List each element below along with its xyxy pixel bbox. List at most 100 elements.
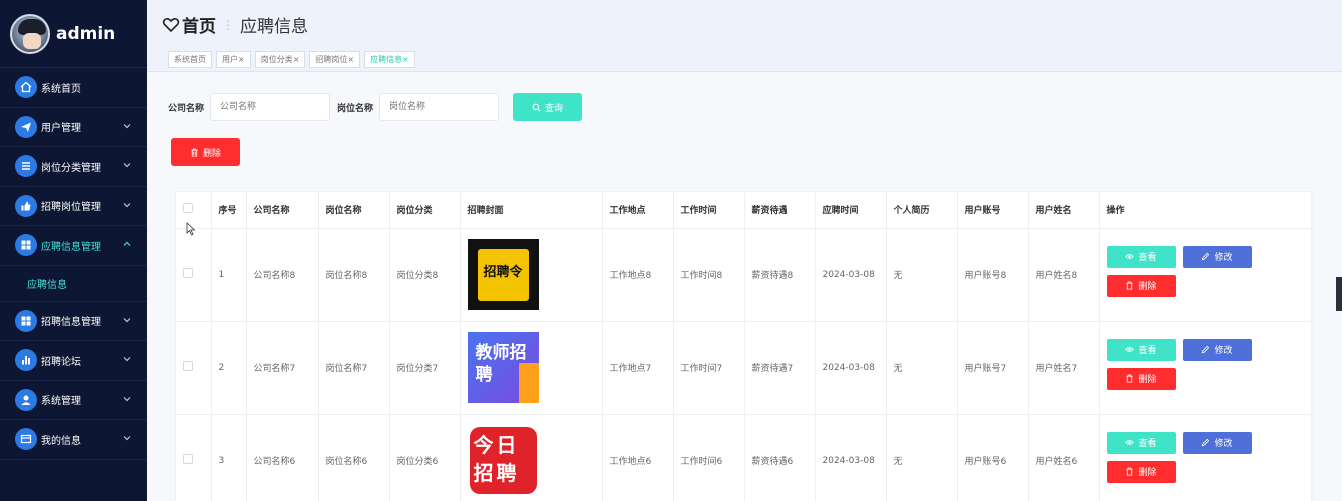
header-cell: 个人简历 [886, 192, 958, 229]
cover-image[interactable]: 教师招聘 [467, 332, 539, 403]
tab-job-categories[interactable]: 岗位分类× [254, 51, 306, 68]
delete-button[interactable]: 删除 [1106, 274, 1176, 297]
pencil-icon [1202, 438, 1210, 447]
cell-location: 工作地点8 [602, 228, 674, 322]
cell-account: 用户账号8 [957, 228, 1029, 322]
header-cell: 序号 [211, 192, 247, 229]
grid-icon [15, 309, 37, 332]
view-button[interactable]: 查看 [1106, 431, 1176, 454]
tab-home[interactable]: 系统首页 [168, 51, 212, 68]
sidebar-item-applications[interactable]: 应聘信息管理 [0, 226, 147, 266]
sidebar-item-system[interactable]: 系统管理 [0, 381, 147, 420]
edit-button[interactable]: 修改 [1182, 245, 1252, 268]
search-button-label: 查询 [545, 102, 564, 113]
username: admin [56, 23, 116, 44]
sidebar-item-my-info[interactable]: 我的信息 [0, 420, 147, 460]
header-cell: 用户姓名 [1028, 192, 1100, 229]
view-button[interactable]: 查看 [1106, 338, 1176, 361]
header-cell: 薪资待遇 [744, 192, 816, 229]
sidebar-item-label: 招聘论坛 [41, 356, 81, 368]
search-button[interactable]: 查询 [513, 93, 583, 121]
cell-apply-date: 2024-03-08 [815, 228, 887, 322]
cover-image[interactable]: 今日招聘 [467, 425, 539, 496]
cover-text: 今日招聘 [473, 433, 520, 485]
submenu-item-applications[interactable]: 应聘信息 [0, 266, 147, 302]
cell-ops: 查看 修改 删除 [1099, 228, 1314, 322]
breadcrumb-separator: ⋮ [222, 17, 234, 32]
cell-account: 用户账号7 [957, 321, 1029, 415]
cell-salary: 薪资待遇8 [744, 228, 816, 322]
row-checkbox[interactable] [183, 268, 193, 278]
sidebar-item-label: 招聘信息管理 [41, 317, 101, 329]
edit-button[interactable]: 修改 [1182, 431, 1252, 454]
applications-table: 序号 公司名称 岗位名称 岗位分类 招聘封面 工作地点 工作时间 薪资待遇 应聘… [175, 191, 1314, 501]
delete-label: 删除 [1138, 374, 1157, 384]
sidebar-item-label: 系统首页 [41, 83, 81, 95]
cell-apply-date: 2024-03-08 [815, 321, 887, 415]
position-search-input[interactable] [379, 93, 500, 121]
header-cell: 岗位分类 [389, 192, 461, 229]
trash-icon [1126, 281, 1134, 290]
card-icon [15, 428, 37, 451]
cell-time: 工作时间8 [673, 228, 745, 322]
view-button[interactable]: 查看 [1106, 245, 1176, 268]
cell-position: 岗位名称8 [318, 228, 390, 322]
sidebar-item-job-posts[interactable]: 招聘岗位管理 [0, 187, 147, 226]
cell-cover: 教师招聘 [460, 321, 603, 415]
trash-icon [191, 148, 198, 157]
table-header-row: 序号 公司名称 岗位名称 岗位分类 招聘封面 工作地点 工作时间 薪资待遇 应聘… [176, 192, 1314, 229]
header-cell: 岗位名称 [318, 192, 390, 229]
tab-applications[interactable]: 应聘信息× [364, 51, 415, 68]
chevron-down-icon [123, 436, 131, 441]
pencil-icon [1202, 345, 1210, 354]
delete-label: 删除 [1138, 467, 1157, 477]
cell-no: 3 [211, 414, 247, 501]
header-cell: 招聘封面 [460, 192, 603, 229]
sidebar-item-users[interactable]: 用户管理 [0, 108, 147, 147]
chevron-down-icon [123, 123, 131, 128]
breadcrumb-home[interactable]: 首页 [182, 12, 216, 37]
search-icon [532, 103, 541, 111]
cell-account: 用户账号6 [957, 414, 1029, 501]
sidebar-item-forum[interactable]: 招聘论坛 [0, 341, 147, 381]
cell-resume: 无 [886, 321, 958, 415]
delete-button[interactable]: 删除 [1106, 460, 1176, 483]
thumb-up-icon [15, 194, 37, 217]
sidebar-item-recruitment-info[interactable]: 招聘信息管理 [0, 302, 147, 341]
header-cell: 公司名称 [246, 192, 319, 229]
select-all-checkbox[interactable] [183, 203, 193, 214]
chevron-down-icon [123, 317, 131, 322]
sidebar-item-job-categories[interactable]: 岗位分类管理 [0, 147, 147, 187]
cell-company: 公司名称7 [246, 321, 319, 415]
cell-location: 工作地点6 [602, 414, 674, 501]
avatar[interactable] [10, 13, 50, 54]
delete-label: 删除 [1138, 281, 1157, 291]
home-icon [15, 76, 37, 99]
position-label: 岗位名称 [337, 103, 374, 114]
cell-salary: 薪资待遇6 [744, 414, 816, 501]
delete-button[interactable]: 删除 [1106, 367, 1176, 390]
company-search-input[interactable] [210, 93, 331, 121]
sidebar-item-home[interactable]: 系统首页 [0, 68, 147, 108]
company-label: 公司名称 [168, 103, 205, 114]
row-checkbox[interactable] [183, 361, 193, 371]
cell-time: 工作时间6 [673, 414, 745, 501]
tab-users[interactable]: 用户× [216, 51, 251, 68]
batch-delete-button[interactable]: 删除 [171, 138, 240, 166]
main-content: 公司名称 岗位名称 查询 删除 序号 公司名称 岗位名称 岗位分类 招 [147, 72, 1342, 501]
cell-name: 用户姓名8 [1028, 228, 1100, 322]
list-icon [15, 155, 37, 178]
cover-image[interactable]: 招聘令 [467, 239, 539, 310]
tab-job-posts[interactable]: 招聘岗位× [309, 51, 361, 68]
view-label: 查看 [1138, 345, 1157, 355]
sidebar-item-label: 用户管理 [41, 123, 81, 135]
pencil-icon [1202, 252, 1210, 261]
sidebar-item-label: 岗位分类管理 [41, 162, 101, 174]
cell-name: 用户姓名6 [1028, 414, 1100, 501]
edit-button[interactable]: 修改 [1182, 338, 1252, 361]
row-checkbox[interactable] [183, 454, 193, 464]
scrollbar-handle[interactable] [1336, 277, 1342, 311]
view-label: 查看 [1138, 438, 1157, 448]
sidebar-item-label: 系统管理 [41, 396, 81, 408]
sidebar-item-label: 我的信息 [41, 435, 81, 447]
